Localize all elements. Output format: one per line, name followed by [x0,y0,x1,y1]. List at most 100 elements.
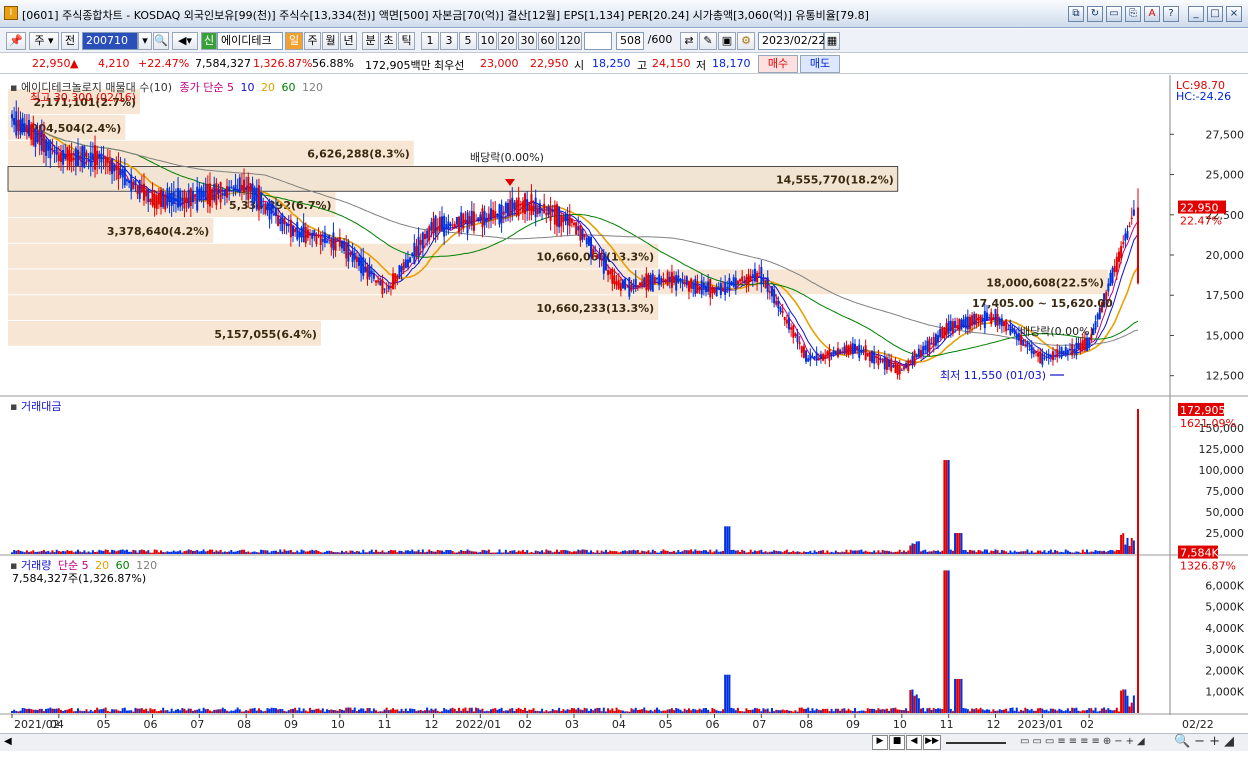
candle-body [924,345,927,351]
amount-bar [992,551,995,554]
amount-bar [202,549,205,554]
amount-bar [594,552,597,554]
count-input[interactable]: 508 [616,32,644,50]
custom-interval-input[interactable] [584,32,612,50]
amount-bar [460,549,463,554]
volume-bar [573,708,575,713]
x-tick-label: 02 [1080,718,1094,731]
amount-bar [279,549,282,554]
refresh-button[interactable]: ↻ [1087,6,1103,22]
interval-5[interactable]: 5 [459,32,477,50]
interval-3[interactable]: 3 [440,32,458,50]
amount-bar [758,550,761,554]
period-second[interactable]: 초 [380,32,397,50]
amount-bar [172,550,175,554]
candle-body [937,335,940,343]
amount-bar [983,549,986,554]
close-button[interactable]: × [1226,6,1242,22]
settings-icon[interactable]: ▪ [10,400,17,413]
volume-bar [87,711,90,713]
volume-bar [547,711,550,713]
volume-bar [121,708,124,713]
zoom-controls[interactable]: 🔍−+◢ [1174,734,1238,749]
nav-stop-button[interactable]: ■ [889,735,905,750]
volume-bar [664,710,667,713]
amount-bar [524,551,527,554]
date-input[interactable]: 2023/02/22 [758,32,825,50]
volume-bar [900,710,903,713]
period-tick[interactable]: 틱 [398,32,415,50]
horizontal-scrollbar[interactable]: ◀ ▶ ■ ◀ ▶▶ ▭▭▭≡≡≡≡⊕−+◢ 🔍−+◢ [0,733,1248,751]
interval-120[interactable]: 120 [558,32,582,50]
candle-body [240,185,243,190]
speaker-icon[interactable]: ◀▾ [172,32,198,50]
drawing-tools[interactable]: ▭▭▭≡≡≡≡⊕−+◢ [1020,736,1148,747]
type-select[interactable]: 주 ▾ [29,32,59,50]
volume-bar [177,709,180,713]
candle-body [21,117,24,133]
volume-bar [1109,709,1112,713]
volume-bar [630,708,633,713]
minimize-button[interactable]: _ [1188,6,1204,22]
amount-bar [988,552,991,554]
nav-play-button[interactable]: ▶ [872,735,888,750]
volume-bar [866,708,869,713]
amount-bar [1056,550,1059,554]
pin-icon[interactable]: 📌 [6,32,26,50]
nav-fast-forward-button[interactable]: ▶▶ [923,735,941,750]
candle-body [500,204,503,224]
amount-bar [270,551,273,554]
interval-30[interactable]: 30 [518,32,537,50]
volume-bar [613,710,616,713]
copy-button[interactable]: ⎘ [1125,6,1141,22]
candle-body [1122,242,1125,245]
period-week[interactable]: 주 [304,32,321,50]
volume-bar [59,709,62,713]
zoom-slider[interactable] [946,742,1006,744]
layout-button[interactable]: ▭ [1106,6,1122,22]
settings-icon[interactable]: ⚙ [737,32,755,50]
amount-bar [1020,551,1023,554]
font-button[interactable]: A [1144,6,1160,22]
link-window-button[interactable]: ⧉ [1068,6,1084,22]
volume-bar [762,708,765,713]
amount-bar [917,541,920,554]
sell-button[interactable]: 매도 [800,55,840,73]
amount-bar [798,551,801,554]
amount-bar [960,533,963,554]
period-day[interactable]: 일 [285,32,303,50]
scroll-left-icon[interactable]: ◀ [4,736,12,747]
volume-bar [272,707,275,713]
interval-60[interactable]: 60 [538,32,557,50]
stock-code-input[interactable]: 200710 [82,32,138,50]
help-button[interactable]: ? [1163,6,1179,22]
amount-bar [226,552,229,554]
calendar-icon[interactable]: ▦ [824,32,840,50]
maximize-button[interactable]: □ [1207,6,1223,22]
amount-bar [964,550,967,554]
stock-chart[interactable]: 2,171,101(2.7%)1,904,504(2.4%)6,626,288(… [0,75,1248,732]
candle-body [1056,349,1059,358]
amount-bar [357,551,360,554]
dividend-annotation: 배당락(0.00%) [470,151,544,164]
period-year[interactable]: 년 [340,32,357,50]
interval-1[interactable]: 1 [421,32,439,50]
prev-button[interactable]: 전 [61,32,79,50]
search-icon[interactable]: 🔍 [153,32,169,50]
interval-20[interactable]: 20 [498,32,517,50]
period-month[interactable]: 월 [322,32,339,50]
candle-body [575,222,578,235]
interval-10[interactable]: 10 [478,32,497,50]
buy-button[interactable]: 매수 [758,55,798,73]
amount-bar [775,550,778,554]
settings-icon[interactable]: ▪ [10,81,17,94]
candle-body [232,187,235,190]
period-minute[interactable]: 분 [362,32,379,50]
pattern-icon[interactable]: ✎ [699,32,717,50]
save-icon[interactable]: ▣ [718,32,736,50]
compare-icon[interactable]: ⇄ [680,32,698,50]
amount-bar [1092,551,1095,554]
nav-back-button[interactable]: ◀ [906,735,922,750]
candle-body [468,216,471,225]
code-dropdown-icon[interactable]: ▾ [138,32,152,50]
